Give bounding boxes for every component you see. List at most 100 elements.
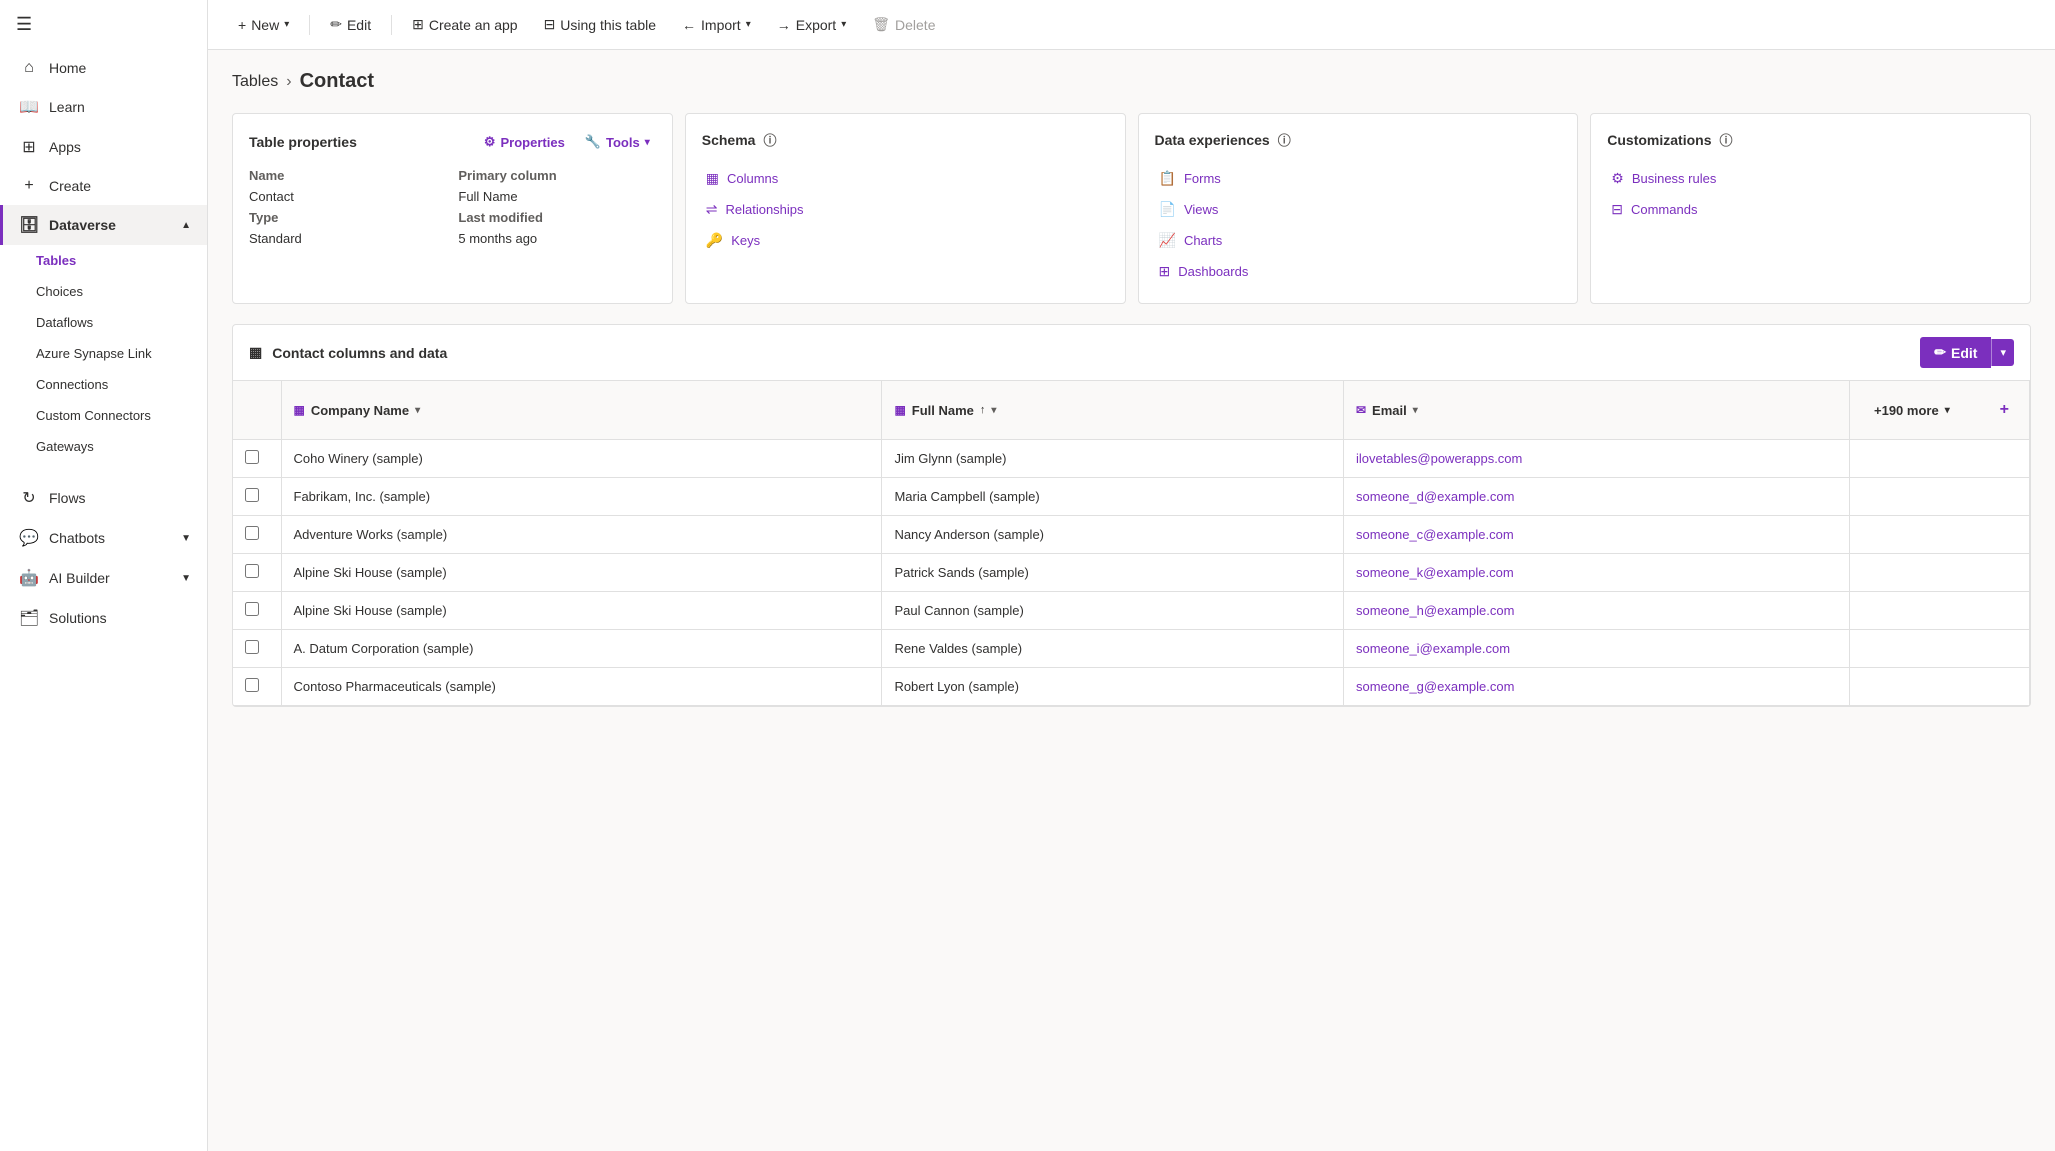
row-checkbox-6[interactable] — [233, 668, 281, 706]
row-email-0[interactable]: ilovetables@powerapps.com — [1343, 440, 1849, 478]
sidebar-item-tables[interactable]: Tables — [0, 245, 207, 276]
sidebar-item-home[interactable]: ⌂ Home — [0, 49, 207, 87]
row-email-5[interactable]: someone_i@example.com — [1343, 630, 1849, 668]
table-properties-card: Table properties ⚙ Properties 🔧 Tools ▾ — [232, 113, 673, 304]
table-row[interactable]: Coho Winery (sample) Jim Glynn (sample) … — [233, 440, 2030, 478]
row-checkbox-0[interactable] — [233, 440, 281, 478]
sidebar-item-solutions[interactable]: 🗂 Solutions — [0, 598, 207, 638]
data-experiences-title: Data experiences — [1155, 132, 1270, 148]
table-properties-grid: Name Primary column Contact Full Name Ty… — [249, 168, 656, 246]
commands-link[interactable]: ⊟ Commands — [1607, 194, 2014, 225]
customizations-title: Customizations — [1607, 132, 1711, 148]
export-button[interactable]: → Export ▾ — [767, 11, 857, 39]
row-company-6: Contoso Pharmaceuticals (sample) — [281, 668, 882, 706]
tools-icon: 🔧 — [585, 134, 601, 150]
relationships-link[interactable]: ⇌ Relationships — [702, 194, 1109, 225]
row-company-1: Fabrikam, Inc. (sample) — [281, 478, 882, 516]
sidebar-item-label: AI Builder — [49, 570, 110, 586]
sidebar-item-label: Learn — [49, 99, 85, 115]
more-cols-header[interactable]: +190 more ▾ + — [1850, 381, 2030, 440]
choices-label: Choices — [36, 284, 83, 299]
table-row[interactable]: Alpine Ski House (sample) Patrick Sands … — [233, 554, 2030, 592]
sidebar-item-apps[interactable]: ⊞ Apps — [0, 127, 207, 167]
views-link[interactable]: 📄 Views — [1155, 194, 1562, 225]
sidebar-item-learn[interactable]: 📖 Learn — [0, 87, 207, 127]
table-row[interactable]: Contoso Pharmaceuticals (sample) Robert … — [233, 668, 2030, 706]
table-properties-header: Table properties ⚙ Properties 🔧 Tools ▾ — [249, 130, 656, 154]
email-header[interactable]: ✉ Email ▾ — [1343, 381, 1849, 440]
views-icon: 📄 — [1159, 201, 1176, 218]
row-email-3[interactable]: someone_k@example.com — [1343, 554, 1849, 592]
breadcrumb-separator: › — [286, 73, 291, 91]
more-cols-chevron-icon: ▾ — [1945, 405, 1950, 416]
row-email-4[interactable]: someone_h@example.com — [1343, 592, 1849, 630]
sidebar-item-connections[interactable]: Connections — [0, 369, 207, 400]
using-table-button[interactable]: ⊟ Using this table — [534, 10, 666, 39]
solutions-icon: 🗂 — [19, 608, 39, 628]
row-email-1[interactable]: someone_d@example.com — [1343, 478, 1849, 516]
property-cards-row: Table properties ⚙ Properties 🔧 Tools ▾ — [232, 113, 2031, 304]
dashboards-link[interactable]: ⊞ Dashboards — [1155, 256, 1562, 287]
add-column-button[interactable]: + — [1992, 391, 2017, 429]
edit-btn-group: ✏ Edit ▾ — [1920, 337, 2014, 368]
sidebar-item-ai-builder[interactable]: 🤖 AI Builder ▼ — [0, 558, 207, 598]
relationships-icon: ⇌ — [706, 201, 718, 218]
type-value: Standard — [249, 231, 446, 246]
new-button[interactable]: + New ▾ — [228, 11, 299, 39]
more-cols-label[interactable]: +190 more ▾ — [1862, 393, 1962, 428]
business-rules-link[interactable]: ⚙ Business rules — [1607, 163, 2014, 194]
apps-icon: ⊞ — [19, 137, 39, 157]
row-fullname-6: Robert Lyon (sample) — [882, 668, 1344, 706]
keys-icon: 🔑 — [706, 232, 723, 249]
edit-data-chevron-button[interactable]: ▾ — [1991, 339, 2014, 366]
company-name-header[interactable]: ▦ Company Name ▾ — [281, 381, 882, 440]
schema-title: Schema — [702, 132, 756, 148]
sidebar-item-dataverse[interactable]: 🗄 Dataverse ▲ — [0, 205, 207, 245]
row-checkbox-4[interactable] — [233, 592, 281, 630]
table-row[interactable]: Alpine Ski House (sample) Paul Cannon (s… — [233, 592, 2030, 630]
create-app-button[interactable]: ⊞ Create an app — [402, 10, 527, 39]
full-name-header[interactable]: ▦ Full Name ↑ ▾ — [882, 381, 1344, 440]
table-row[interactable]: Fabrikam, Inc. (sample) Maria Campbell (… — [233, 478, 2030, 516]
row-email-6[interactable]: someone_g@example.com — [1343, 668, 1849, 706]
columns-link[interactable]: ▦ Columns — [702, 163, 1109, 194]
sidebar-item-azure-synapse[interactable]: Azure Synapse Link — [0, 338, 207, 369]
sidebar-item-create[interactable]: + Create — [0, 167, 207, 205]
edit-data-icon: ✏ — [1934, 344, 1946, 361]
delete-button[interactable]: 🗑 Delete — [862, 10, 945, 39]
properties-icon: ⚙ — [484, 134, 496, 150]
row-fullname-4: Paul Cannon (sample) — [882, 592, 1344, 630]
row-checkbox-3[interactable] — [233, 554, 281, 592]
charts-link[interactable]: 📈 Charts — [1155, 225, 1562, 256]
sidebar-item-custom-connectors[interactable]: Custom Connectors — [0, 400, 207, 431]
row-company-5: A. Datum Corporation (sample) — [281, 630, 882, 668]
table-row[interactable]: Adventure Works (sample) Nancy Anderson … — [233, 516, 2030, 554]
hamburger-icon[interactable]: ☰ — [16, 14, 32, 35]
tools-button[interactable]: 🔧 Tools ▾ — [579, 130, 656, 154]
tools-chevron-icon: ▾ — [645, 137, 650, 148]
import-button[interactable]: ← Import ▾ — [672, 11, 761, 39]
tables-label: Tables — [36, 253, 76, 268]
sidebar-item-choices[interactable]: Choices — [0, 276, 207, 307]
sidebar-item-gateways[interactable]: Gateways — [0, 431, 207, 462]
row-checkbox-1[interactable] — [233, 478, 281, 516]
sidebar-item-chatbots[interactable]: 💬 Chatbots ▼ — [0, 518, 207, 558]
data-table-icon: ▦ — [249, 344, 262, 361]
sidebar-item-flows[interactable]: ↻ Flows — [0, 478, 207, 518]
connections-label: Connections — [36, 377, 108, 392]
properties-button[interactable]: ⚙ Properties — [478, 130, 571, 154]
keys-link[interactable]: 🔑 Keys — [702, 225, 1109, 256]
forms-link[interactable]: 📋 Forms — [1155, 163, 1562, 194]
row-checkbox-5[interactable] — [233, 630, 281, 668]
row-email-2[interactable]: someone_c@example.com — [1343, 516, 1849, 554]
business-rules-icon: ⚙ — [1611, 170, 1624, 187]
breadcrumb-tables-link[interactable]: Tables — [232, 73, 278, 91]
full-name-sort-icon: ▾ — [991, 405, 996, 416]
edit-button[interactable]: ✏ Edit — [320, 10, 381, 39]
row-checkbox-2[interactable] — [233, 516, 281, 554]
sidebar-item-label: Flows — [49, 490, 86, 506]
edit-data-button[interactable]: ✏ Edit — [1920, 337, 1991, 368]
sidebar-item-dataflows[interactable]: Dataflows — [0, 307, 207, 338]
row-company-2: Adventure Works (sample) — [281, 516, 882, 554]
table-row[interactable]: A. Datum Corporation (sample) Rene Valde… — [233, 630, 2030, 668]
